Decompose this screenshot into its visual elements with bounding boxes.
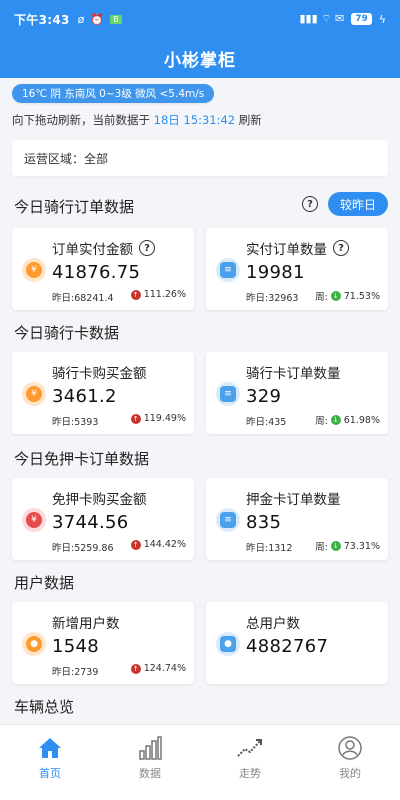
notification-badge: B xyxy=(110,14,122,24)
card-order-amount[interactable]: ¥ 订单实付金额? 41876.75 昨日:68241.4 ↑ 111.26% xyxy=(12,228,194,310)
do-not-disturb-icon: ø xyxy=(77,12,85,26)
refresh-time: 18日 15:31:42 xyxy=(153,113,236,127)
card-yesterday: 昨日:5393 xyxy=(52,417,99,428)
card-label: 骑行卡订单数量 xyxy=(246,366,341,382)
card-order-count[interactable]: ≡ 实付订单数量? 19981 昨日:32963 周: ↓ 71.53% xyxy=(206,228,388,310)
status-bar: 下午3:43 ø ⏰ B ▮▮▮ ⌔ ✉ 79 ϟ xyxy=(0,0,400,38)
users-group-icon: ● xyxy=(216,632,240,656)
tab-mine[interactable]: 我的 xyxy=(300,725,400,800)
card-change: 119.49% xyxy=(143,413,186,424)
card-yesterday: 昨日:1312 xyxy=(246,543,293,554)
card-value: 3461.2 xyxy=(52,386,117,407)
card-change: 111.26% xyxy=(143,289,186,300)
help-icon[interactable]: ? xyxy=(333,240,349,256)
tab-label: 数据 xyxy=(139,767,161,780)
charging-icon: ϟ xyxy=(378,12,386,26)
coin-icon: ¥ xyxy=(22,258,46,282)
card-change: 124.74% xyxy=(143,663,186,674)
arrow-up-icon: ↑ xyxy=(130,539,141,550)
arrow-down-icon: ↓ xyxy=(330,291,341,301)
card-value: 3744.56 xyxy=(52,512,129,533)
card-yesterday: 昨日:68241.4 xyxy=(52,293,114,304)
help-icon[interactable]: ? xyxy=(302,196,318,212)
card-depositfree-amount[interactable]: ¥ 免押卡购买金额 3744.56 昨日:5259.86 ↑ 144.42% xyxy=(12,478,194,560)
card-value: 1548 xyxy=(52,636,100,657)
card-yesterday: 昨日:435 xyxy=(246,417,287,428)
stack-icon: ≡ xyxy=(216,258,240,282)
card-ridecard-count[interactable]: ≡ 骑行卡订单数量 329 昨日:435 周: ↓ 61.98% xyxy=(206,352,388,434)
card-label: 骑行卡购买金额 xyxy=(52,366,147,382)
section-title-users: 用户数据 xyxy=(14,574,75,592)
help-icon[interactable]: ? xyxy=(139,240,155,256)
card-new-users[interactable]: ● 新增用户数 1548 昨日:2739 ↑ 124.74% xyxy=(12,602,194,684)
arrow-up-icon: ↑ xyxy=(130,289,141,300)
card-value: 19981 xyxy=(246,262,305,283)
card-yesterday: 昨日:32963 xyxy=(246,293,299,304)
refresh-suffix: 刷新 xyxy=(235,113,262,127)
tab-label: 走势 xyxy=(239,767,261,780)
status-time: 下午3:43 xyxy=(14,12,70,27)
app-bar: 小彬掌柜 xyxy=(0,38,400,78)
home-icon xyxy=(36,735,64,761)
tab-data[interactable]: 数据 xyxy=(100,725,200,800)
card-label: 免押卡购买金额 xyxy=(52,492,147,508)
tab-trend[interactable]: 走势 xyxy=(200,725,300,800)
card-value: 835 xyxy=(246,512,282,533)
card-total-users[interactable]: ● 总用户数 4882767 xyxy=(206,602,388,684)
arrow-down-icon: ↓ xyxy=(330,541,341,551)
region-selector[interactable]: 运营区域：全部 xyxy=(12,140,388,176)
card-week-label: 周: xyxy=(315,542,328,553)
card-label: 总用户数 xyxy=(246,616,300,632)
card-label: 新增用户数 xyxy=(52,616,120,632)
bar-chart-icon xyxy=(136,735,164,761)
arrow-up-icon: ↑ xyxy=(130,413,141,424)
card-week-label: 周: xyxy=(315,416,328,427)
trend-icon xyxy=(236,735,264,761)
card-value: 329 xyxy=(246,386,282,407)
card-label: 订单实付金额 xyxy=(52,242,133,258)
coin-icon: ¥ xyxy=(22,382,46,406)
user-icon: ● xyxy=(22,632,46,656)
tab-label: 我的 xyxy=(339,767,361,780)
tab-home[interactable]: 首页 xyxy=(0,725,100,800)
signal-wifi-icon: ▮▮▮ ⌔ ✉ xyxy=(299,12,345,25)
card-deposit-count[interactable]: ≡ 押金卡订单数量 835 昨日:1312 周: ↓ 73.31% xyxy=(206,478,388,560)
card-label: 实付订单数量 xyxy=(246,242,327,258)
tab-label: 首页 xyxy=(39,767,61,780)
card-week-label: 周: xyxy=(315,292,328,303)
card-change: 61.98% xyxy=(343,414,380,426)
arrow-up-icon: ↑ xyxy=(130,663,141,674)
section-title-ride-orders: 今日骑行订单数据 xyxy=(14,198,135,216)
stack-icon: ≡ xyxy=(216,508,240,532)
refresh-prefix: 向下拖动刷新，当前数据于 xyxy=(12,113,154,127)
alarm-icon: ⏰ xyxy=(90,12,105,26)
yen-icon: ¥ xyxy=(22,508,46,532)
compare-yesterday-button[interactable]: 较昨日 xyxy=(328,192,388,216)
stack-icon: ≡ xyxy=(216,382,240,406)
region-text: 运营区域：全部 xyxy=(24,151,109,166)
profile-icon xyxy=(336,735,364,761)
section-title-ride-cards: 今日骑行卡数据 xyxy=(14,324,120,342)
card-yesterday: 昨日:5259.86 xyxy=(52,543,114,554)
card-value: 4882767 xyxy=(246,636,329,657)
page-title: 小彬掌柜 xyxy=(164,50,236,71)
card-value: 41876.75 xyxy=(52,262,141,283)
card-yesterday: 昨日:2739 xyxy=(52,667,99,678)
weather-pill: 16℃ 阴 东南风 0~3级 微风 <5.4m/s xyxy=(12,84,215,103)
battery-icon: 79 xyxy=(351,13,372,25)
weather-text: 16℃ 阴 东南风 0~3级 微风 <5.4m/s xyxy=(22,88,205,100)
card-change: 73.31% xyxy=(343,540,380,552)
section-title-vehicles: 车辆总览 xyxy=(14,698,75,716)
card-change: 144.42% xyxy=(143,539,186,550)
arrow-down-icon: ↓ xyxy=(330,415,341,425)
card-change: 71.53% xyxy=(343,290,380,302)
refresh-hint: 向下拖动刷新，当前数据于 18日 15:31:42 刷新 xyxy=(12,112,262,128)
section-title-deposit-free: 今日免押卡订单数据 xyxy=(14,450,150,468)
bottom-tab-bar: 首页 数据 走势 我的 xyxy=(0,724,400,800)
card-label: 押金卡订单数量 xyxy=(246,492,341,508)
card-ridecard-amount[interactable]: ¥ 骑行卡购买金额 3461.2 昨日:5393 ↑ 119.49% xyxy=(12,352,194,434)
